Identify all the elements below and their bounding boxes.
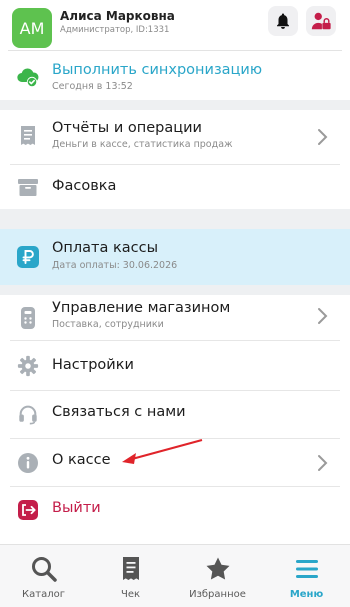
tab-menu[interactable]: Меню (263, 545, 350, 607)
tab-favorites[interactable]: Избранное (174, 545, 261, 607)
search-icon (31, 557, 57, 582)
tab-bar: Каталог Чек Избранное Меню (0, 544, 350, 607)
app-screen: AM Алиса Марковна Администратор, ID:1331 (0, 0, 350, 607)
tab-label: Меню (289, 589, 324, 600)
star-icon (206, 557, 229, 580)
receipt-icon (122, 557, 139, 580)
menu-icon (295, 560, 318, 578)
tab-label: Чек (120, 589, 141, 600)
tab-catalog[interactable]: Каталог (0, 545, 87, 607)
tab-receipt[interactable]: Чек (87, 545, 174, 607)
annotation-arrow (122, 438, 203, 464)
tab-label: Избранное (189, 589, 246, 600)
tab-label: Каталог (22, 589, 65, 600)
